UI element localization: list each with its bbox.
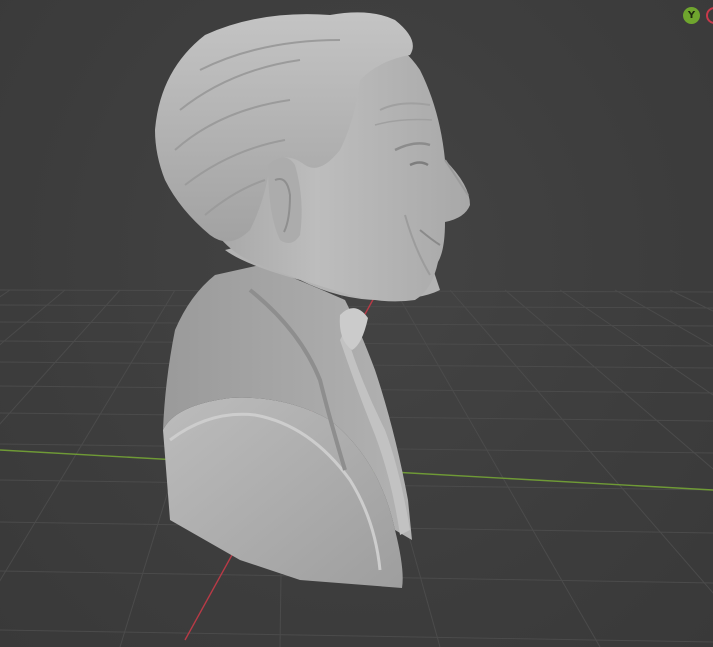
bust-model[interactable] xyxy=(155,12,470,588)
viewport-scene[interactable] xyxy=(0,0,713,647)
gizmo-y-axis-button[interactable]: Y xyxy=(683,7,700,24)
3d-viewport[interactable]: Y xyxy=(0,0,713,647)
